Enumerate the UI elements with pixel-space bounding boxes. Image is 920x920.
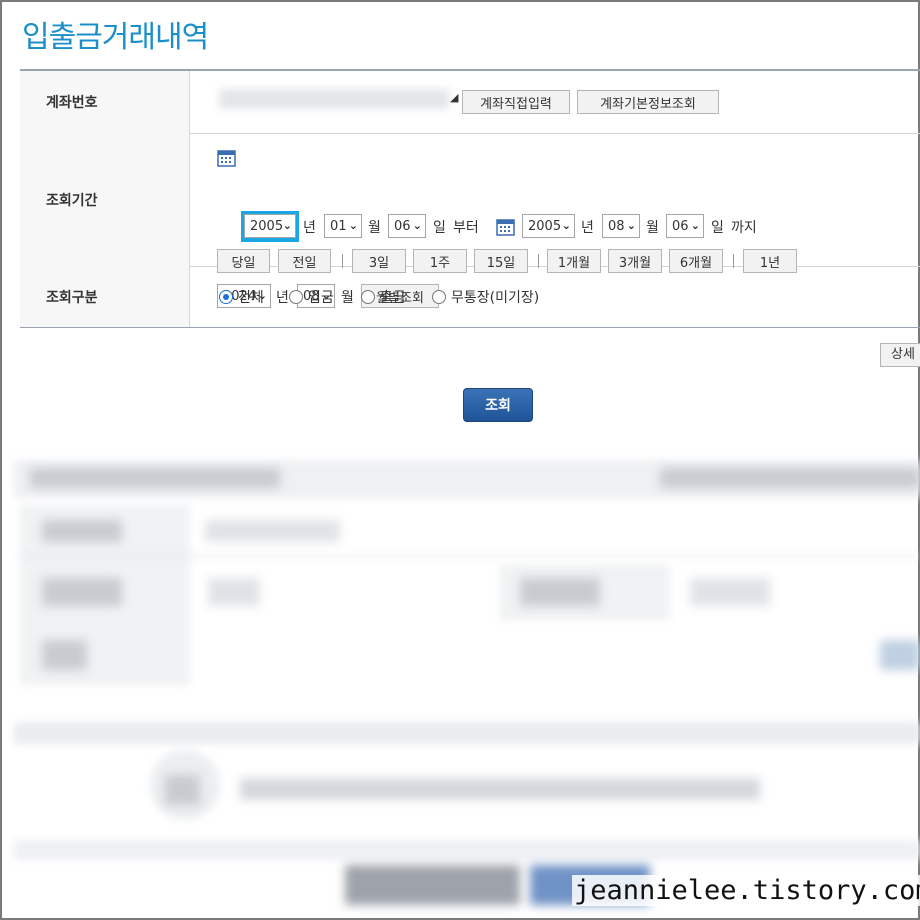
to-day-select[interactable]: 06 ⌄: [666, 214, 704, 238]
from-day-select[interactable]: 06 ⌄: [388, 214, 426, 238]
type-label: 조회구분: [20, 266, 190, 327]
detail-button[interactable]: 상세: [880, 343, 920, 367]
to-month-value: 08: [608, 218, 625, 234]
account-content: ◢ 계좌직접입력 계좌기본정보조회: [217, 71, 920, 133]
period-content: 2005 ⌄ 년 01 ⌄ 월 06 ⌄ 일 부터 2005 ⌄ 년 08 ⌄ 월 06 ⌄…: [217, 133, 920, 308]
type-row: 조회구분 전체 입금 출금 무통장(미기장): [20, 266, 920, 328]
direct-input-button[interactable]: 계좌직접입력: [462, 90, 570, 114]
to-year-value: 2005: [528, 218, 562, 234]
basic-info-button[interactable]: 계좌기본정보조회: [577, 90, 719, 114]
chevron-down-icon: ⌄: [690, 219, 700, 232]
period-row: 조회기간 2005 ⌄ 년 01 ⌄ 월 06 ⌄ 일 부터 2005 ⌄ 년 08: [20, 133, 920, 308]
account-row: 계좌번호 ◢ 계좌직접입력 계좌기본정보조회: [20, 71, 920, 134]
chevron-down-icon: ⌄: [561, 219, 571, 232]
chevron-down-icon: ⌄: [626, 219, 636, 232]
chevron-down-icon: ⌄: [412, 219, 422, 232]
to-day-value: 06: [672, 218, 689, 234]
to-day-unit: 일: [711, 220, 724, 236]
lookup-button[interactable]: 조회: [463, 388, 533, 422]
to-year-unit: 년: [581, 220, 594, 236]
radio-deposit[interactable]: [289, 290, 303, 304]
radio-passbookless-label: 무통장(미기장): [451, 290, 540, 306]
to-month-unit: 월: [646, 220, 659, 236]
from-year-unit: 년: [303, 220, 316, 236]
account-number-select[interactable]: [219, 89, 449, 109]
from-year-value: 2005: [250, 218, 284, 234]
from-suffix: 부터: [453, 220, 479, 236]
calendar-icon[interactable]: [217, 148, 236, 167]
to-year-select[interactable]: 2005 ⌄: [522, 214, 575, 238]
account-label: 계좌번호: [20, 71, 190, 133]
from-month-select[interactable]: 01 ⌄: [324, 214, 362, 238]
to-suffix: 까지: [731, 220, 757, 236]
radio-all[interactable]: [219, 290, 233, 304]
from-day-value: 06: [394, 218, 411, 234]
calendar-icon[interactable]: [496, 217, 515, 236]
radio-withdraw-label: 출금: [380, 290, 406, 306]
radio-deposit-label: 입금: [308, 290, 334, 306]
radio-passbookless[interactable]: [432, 290, 446, 304]
chevron-down-icon: ⌄: [348, 219, 358, 232]
from-month-unit: 월: [368, 220, 381, 236]
to-month-select[interactable]: 08 ⌄: [602, 214, 640, 238]
radio-withdraw[interactable]: [361, 290, 375, 304]
from-year-select[interactable]: 2005 ⌄: [241, 211, 299, 241]
radio-all-label: 전체: [238, 290, 264, 306]
period-label: 조회기간: [20, 133, 190, 266]
watermark-text: jeannielee.tistory.com: [572, 875, 920, 906]
type-content: 전체 입금 출금 무통장(미기장): [217, 266, 920, 327]
from-month-value: 01: [330, 218, 347, 234]
from-day-unit: 일: [433, 220, 446, 236]
page-title: 입출금거래내역: [22, 20, 209, 55]
chevron-down-icon: ◢: [450, 91, 459, 104]
chevron-down-icon: ⌄: [282, 219, 292, 232]
